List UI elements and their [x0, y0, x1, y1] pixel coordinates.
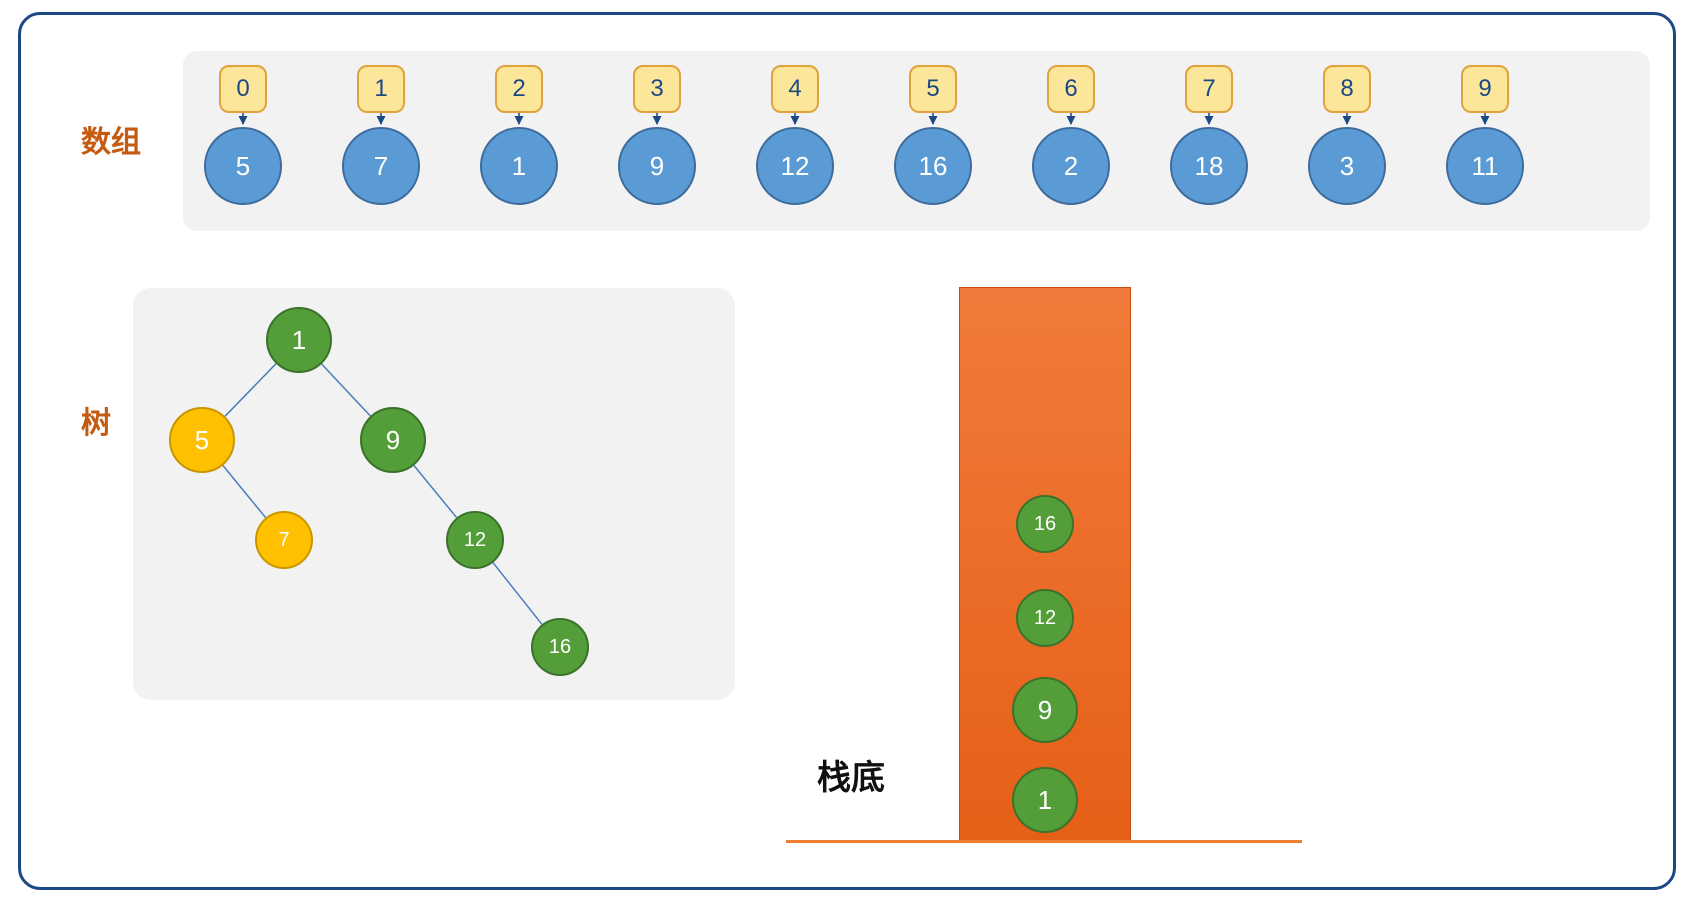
- array-index-box: 1: [357, 65, 405, 113]
- tree-node: 7: [255, 511, 313, 569]
- array-index-box: 5: [909, 65, 957, 113]
- stack-node: 1: [1012, 767, 1078, 833]
- array-value-circle: 9: [618, 127, 696, 205]
- array-index-box: 0: [219, 65, 267, 113]
- array-value-circle: 12: [756, 127, 834, 205]
- tree-panel: [133, 288, 735, 700]
- array-value-circle: 7: [342, 127, 420, 205]
- array-index-box: 7: [1185, 65, 1233, 113]
- array-value-circle: 5: [204, 127, 282, 205]
- tree-node: 16: [531, 618, 589, 676]
- tree-node: 5: [169, 407, 235, 473]
- tree-node: 12: [446, 511, 504, 569]
- array-index-box: 3: [633, 65, 681, 113]
- array-value-circle: 11: [1446, 127, 1524, 205]
- tree-section-label: 树: [81, 398, 111, 442]
- array-index-box: 8: [1323, 65, 1371, 113]
- stack-node: 12: [1016, 589, 1074, 647]
- array-index-box: 6: [1047, 65, 1095, 113]
- array-index-box: 2: [495, 65, 543, 113]
- array-index-box: 4: [771, 65, 819, 113]
- stack-node: 16: [1016, 495, 1074, 553]
- array-index-box: 9: [1461, 65, 1509, 113]
- stack-bottom-label: 栈底: [817, 750, 885, 799]
- array-value-circle: 2: [1032, 127, 1110, 205]
- array-value-circle: 3: [1308, 127, 1386, 205]
- diagram-frame: 数组 树 051721394125166271883911 15971216 栈…: [18, 12, 1676, 890]
- array-value-circle: 1: [480, 127, 558, 205]
- tree-node: 9: [360, 407, 426, 473]
- array-value-circle: 16: [894, 127, 972, 205]
- stack-baseline: [786, 840, 1302, 843]
- stack-node: 9: [1012, 677, 1078, 743]
- stack-container: [959, 287, 1131, 842]
- array-section-label: 数组: [81, 117, 141, 161]
- tree-node: 1: [266, 307, 332, 373]
- array-value-circle: 18: [1170, 127, 1248, 205]
